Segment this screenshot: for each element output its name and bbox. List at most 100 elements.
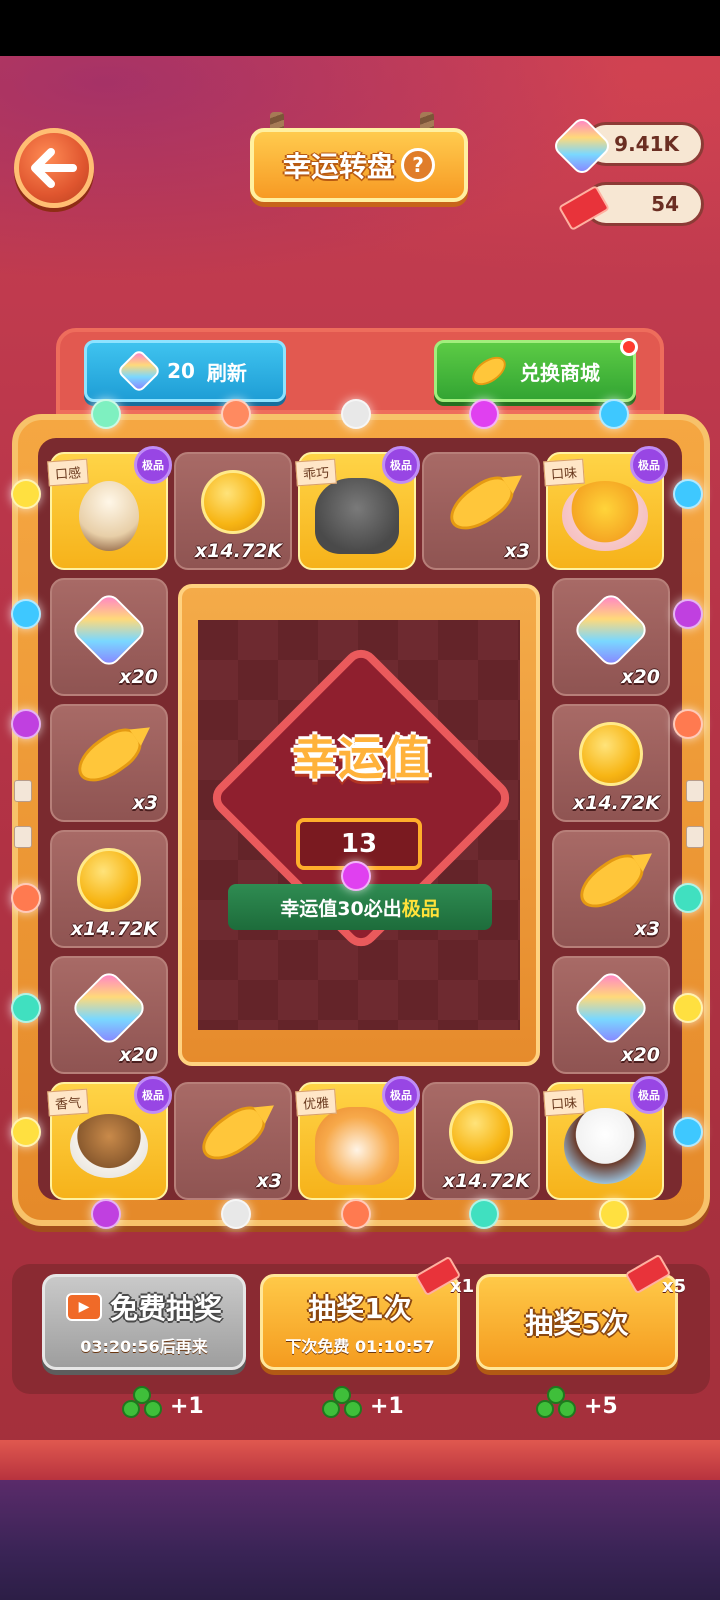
free-draw-button[interactable]: ▶ 免费抽奖 03:20:56后再来: [42, 1274, 246, 1370]
notification-dot: [620, 338, 638, 356]
item-count: x3: [634, 918, 660, 940]
item-tag: 乖巧: [295, 458, 337, 487]
light-bulb: [11, 709, 41, 739]
luck-hint-highlight: 极品: [401, 897, 440, 920]
title-sign: 幸运转盘 ?: [250, 128, 468, 202]
bottom-background: [0, 1480, 720, 1600]
panda-cupcake-icon: [564, 1107, 646, 1184]
light-bulb: [599, 399, 629, 429]
page-title: 幸运转盘: [282, 150, 395, 183]
light-bulb: [469, 399, 499, 429]
back-arrow-icon: [31, 148, 77, 188]
gem-icon: [571, 968, 651, 1048]
rare-badge: 极品: [134, 446, 172, 484]
fish-icon: [69, 720, 149, 792]
coffee-cup-icon: [79, 480, 139, 551]
item-count: x20: [119, 1044, 158, 1066]
fish-icon: [571, 846, 651, 918]
exchange-shop-button[interactable]: 兑换商城: [434, 340, 636, 402]
light-bulb: [11, 883, 41, 913]
draw-once-cost: x1: [450, 1276, 475, 1297]
prize-cell: x20: [50, 956, 168, 1074]
gray-cat-icon: [315, 477, 399, 554]
rare-badge: 极品: [630, 446, 668, 484]
light-bulb: [673, 1117, 703, 1147]
free-draw-timer: 03:20:56后再来: [80, 1337, 208, 1356]
prize-cell: x14.72K: [552, 704, 670, 822]
light-bulb: [673, 599, 703, 629]
prize-cell: x14.72K: [174, 452, 292, 570]
back-button[interactable]: [14, 128, 94, 208]
light-bulb: [673, 479, 703, 509]
item-count: x3: [256, 1170, 282, 1192]
fish-icon: [441, 468, 521, 540]
rare-badge: 极品: [382, 1076, 420, 1114]
bear-latte-icon: [70, 1113, 148, 1178]
light-bulb: [673, 993, 703, 1023]
reward-amount: +1: [170, 1393, 204, 1419]
free-draw-label: 免费抽奖: [109, 1292, 222, 1325]
frame-hinge: [14, 780, 32, 802]
bee-dish-icon: [562, 480, 648, 551]
item-count: x20: [621, 666, 660, 688]
ticket-balance-value: 54: [651, 192, 679, 216]
light-bulb: [91, 1199, 121, 1229]
luck-hint-text: 幸运值30必出: [280, 897, 402, 920]
clover-icon: [536, 1386, 576, 1426]
gem-icon: [69, 590, 149, 670]
gem-icon: [69, 968, 149, 1048]
clover-icon: [122, 1386, 162, 1426]
coin-icon: [449, 1099, 513, 1164]
clover-icon: [322, 1386, 362, 1426]
prize-cell: 口感 极品: [47, 446, 172, 570]
item-tag: 口味: [543, 458, 585, 487]
light-bulb: [11, 599, 41, 629]
prize-cell: x20: [552, 956, 670, 1074]
item-count: x3: [132, 792, 158, 814]
item-count: x14.72K: [442, 1170, 530, 1192]
light-bulb: [341, 399, 371, 429]
item-tag: 香气: [47, 1088, 89, 1117]
light-bulb: [11, 1117, 41, 1147]
prize-cell: 口味 极品: [543, 446, 668, 570]
draw-once-reward: +1: [322, 1386, 404, 1426]
prize-cell: x3: [422, 452, 540, 570]
item-count: x20: [119, 666, 158, 688]
refresh-button[interactable]: 20 刷新: [84, 340, 286, 402]
item-count: x14.72K: [572, 792, 660, 814]
light-bulb: [673, 883, 703, 913]
light-bulb: [221, 1199, 251, 1229]
help-button[interactable]: ?: [401, 148, 435, 182]
prize-cell: x20: [50, 578, 168, 696]
light-bulb: [221, 399, 251, 429]
luck-hint-banner: 幸运值30必出 极品: [228, 884, 492, 930]
item-count: x20: [621, 1044, 660, 1066]
light-bulb: [469, 1199, 499, 1229]
item-count: x14.72K: [194, 540, 282, 562]
light-bulb: [91, 399, 121, 429]
draw-five-reward: +5: [536, 1386, 618, 1426]
coin-icon: [201, 469, 265, 534]
frame-hinge: [14, 826, 32, 848]
video-ad-icon: ▶: [65, 1293, 102, 1321]
reward-amount: +1: [370, 1393, 404, 1419]
light-bulb: [341, 861, 371, 891]
light-bulb: [11, 993, 41, 1023]
gem-balance-value: 9.41K: [614, 132, 679, 156]
light-bulb: [11, 479, 41, 509]
prize-cell: 口味 极品: [543, 1076, 668, 1200]
exchange-shop-label: 兑换商城: [520, 360, 600, 385]
fish-icon: [467, 351, 511, 391]
prize-cell: 乖巧 极品: [295, 446, 420, 570]
fish-icon: [193, 1098, 273, 1170]
refresh-label: 刷新: [206, 360, 247, 385]
gem-icon: [571, 590, 651, 670]
draw-five-button[interactable]: 抽奖5次: [476, 1274, 678, 1370]
prize-cell: x14.72K: [422, 1082, 540, 1200]
item-count: x3: [504, 540, 530, 562]
orange-cat-icon: [315, 1106, 399, 1185]
draw-five-label: 抽奖5次: [525, 1307, 629, 1340]
prize-cell: 优雅 极品: [295, 1076, 420, 1200]
item-tag: 口感: [47, 458, 89, 487]
gem-icon: [116, 348, 162, 394]
